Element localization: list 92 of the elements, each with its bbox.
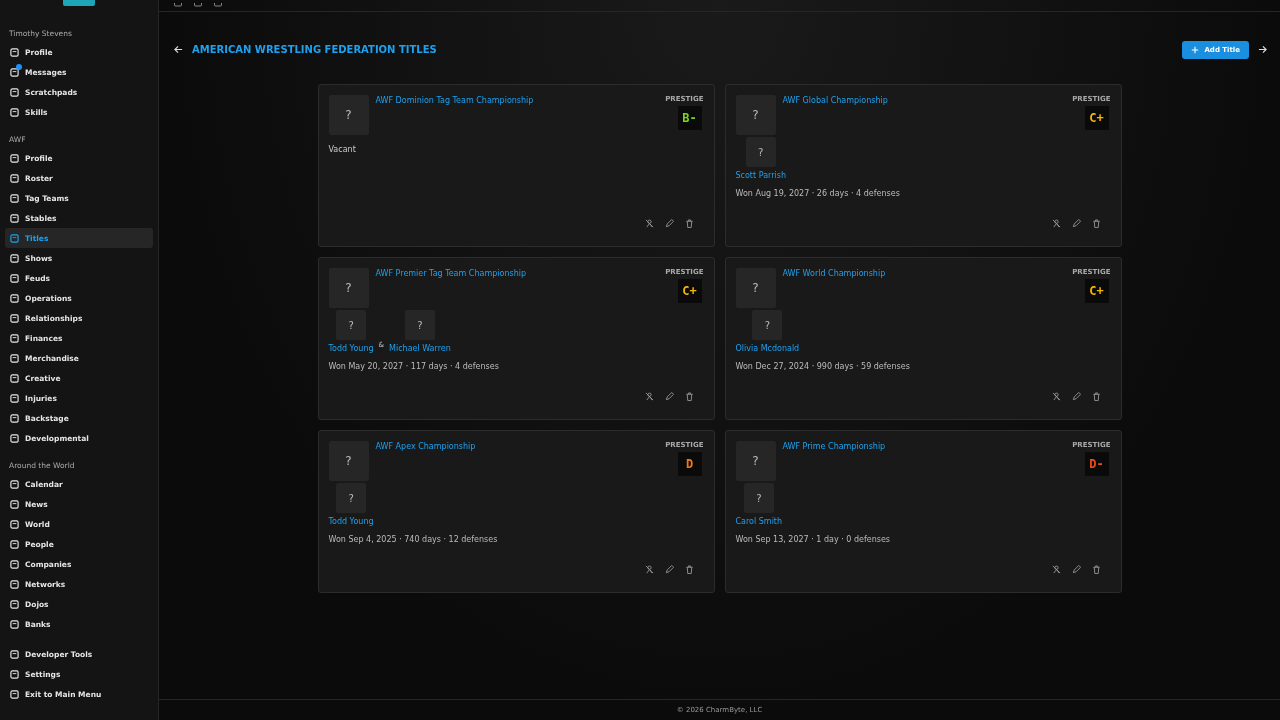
- square-icon: [10, 333, 19, 343]
- title-name-link[interactable]: AWF Global Championship: [782, 96, 1066, 135]
- prestige-grade: C+: [1084, 279, 1109, 303]
- person-off-icon[interactable]: [644, 392, 654, 401]
- square-icon: [10, 193, 19, 203]
- square-icon: [10, 519, 19, 529]
- person-off-icon[interactable]: [644, 565, 654, 574]
- reign-record: Won Dec 27, 2024 · 990 days · 59 defenses: [735, 362, 911, 371]
- delete-icon[interactable]: [1091, 565, 1101, 574]
- prestige-grade: B-: [677, 106, 702, 130]
- plus-icon: [1191, 45, 1200, 54]
- title-name-link[interactable]: AWF Apex Championship: [375, 442, 659, 481]
- holder-name-link[interactable]: Olivia Mcdonald: [735, 344, 800, 353]
- holder-name-link[interactable]: Todd Young: [328, 344, 374, 353]
- person-off-icon[interactable]: [1051, 565, 1061, 574]
- prestige-grade: C+: [1084, 106, 1109, 130]
- square-icon: [10, 47, 19, 57]
- reign-record: Won Sep 13, 2027 · 1 day · 0 defenses: [735, 535, 891, 544]
- square-icon: [10, 393, 19, 403]
- delete-icon[interactable]: [684, 392, 694, 401]
- square-icon: [10, 293, 19, 303]
- question-mark: ?: [345, 281, 352, 295]
- back-arrow-icon[interactable]: [174, 45, 183, 54]
- square-icon: [10, 499, 19, 509]
- square-icon: [10, 273, 19, 283]
- square-icon: [10, 173, 19, 183]
- delete-icon[interactable]: [1091, 392, 1101, 401]
- title-name-link[interactable]: AWF Premier Tag Team Championship: [375, 269, 659, 308]
- edit-icon[interactable]: [1071, 392, 1081, 401]
- square-icon: [10, 107, 19, 117]
- square-icon: [10, 559, 19, 569]
- forward-arrow-icon[interactable]: [1258, 45, 1267, 54]
- question-mark: ?: [345, 454, 352, 468]
- question-mark: ?: [752, 281, 759, 295]
- square-icon: [10, 619, 19, 629]
- question-mark: ?: [348, 492, 354, 504]
- toolbar-icon[interactable]: [174, 3, 182, 7]
- prestige-grade: C+: [677, 279, 702, 303]
- edit-icon[interactable]: [664, 219, 674, 228]
- delete-icon[interactable]: [684, 219, 694, 228]
- square-icon: [10, 669, 19, 679]
- square-icon: [10, 313, 19, 323]
- logo: [63, 0, 95, 6]
- question-mark: ?: [764, 319, 770, 331]
- person-off-icon[interactable]: [1051, 219, 1061, 228]
- square-icon: [10, 373, 19, 383]
- square-icon: [10, 253, 19, 263]
- square-icon: [10, 213, 19, 223]
- question-mark: ?: [417, 319, 423, 331]
- square-icon: [10, 689, 19, 699]
- question-mark: ?: [752, 454, 759, 468]
- edit-icon[interactable]: [1071, 565, 1081, 574]
- square-icon: [10, 153, 19, 163]
- holder-name-link[interactable]: Carol Smith: [735, 517, 783, 526]
- question-mark: ?: [752, 108, 759, 122]
- question-mark: ?: [348, 319, 354, 331]
- vacant-label: Vacant: [328, 145, 357, 154]
- edit-icon[interactable]: [664, 392, 674, 401]
- question-mark: ?: [345, 108, 352, 122]
- toolbar-icon[interactable]: [194, 3, 202, 7]
- square-icon: [10, 233, 19, 243]
- reign-record: Won May 20, 2027 · 117 days · 4 defenses: [328, 362, 500, 371]
- square-icon: [10, 649, 19, 659]
- title-name-link[interactable]: AWF Dominion Tag Team Championship: [375, 96, 659, 135]
- prestige-grade: D-: [1084, 452, 1109, 476]
- question-mark: ?: [758, 146, 764, 158]
- square-icon: [10, 539, 19, 549]
- reign-record: Won Sep 4, 2025 · 740 days · 12 defenses: [328, 535, 499, 544]
- title-name-link[interactable]: AWF Prime Championship: [782, 442, 1066, 481]
- square-icon: [10, 87, 19, 97]
- square-icon: [10, 353, 19, 363]
- person-off-icon[interactable]: [1051, 392, 1061, 401]
- question-mark: ?: [756, 492, 762, 504]
- square-icon: [10, 413, 19, 423]
- square-icon: [10, 479, 19, 489]
- delete-icon[interactable]: [1091, 219, 1101, 228]
- edit-icon[interactable]: [664, 565, 674, 574]
- square-icon: [10, 433, 19, 443]
- prestige-grade: D: [677, 452, 702, 476]
- toolbar-icon[interactable]: [214, 3, 222, 7]
- holder-name-link[interactable]: Scott Parrish: [735, 171, 786, 180]
- title-name-link[interactable]: AWF World Championship: [782, 269, 1066, 308]
- delete-icon[interactable]: [684, 565, 694, 574]
- edit-icon[interactable]: [1071, 219, 1081, 228]
- reign-record: Won Aug 19, 2027 · 26 days · 4 defenses: [735, 189, 901, 198]
- square-icon: [10, 599, 19, 609]
- square-icon: [10, 67, 19, 77]
- square-icon: [10, 579, 19, 589]
- page-title: AMERICAN WRESTLING FEDERATION TITLES: [192, 44, 437, 55]
- holder-name-link[interactable]: Todd Young: [328, 517, 374, 526]
- person-off-icon[interactable]: [644, 219, 654, 228]
- holder-name-link[interactable]: Michael Warren: [389, 344, 451, 353]
